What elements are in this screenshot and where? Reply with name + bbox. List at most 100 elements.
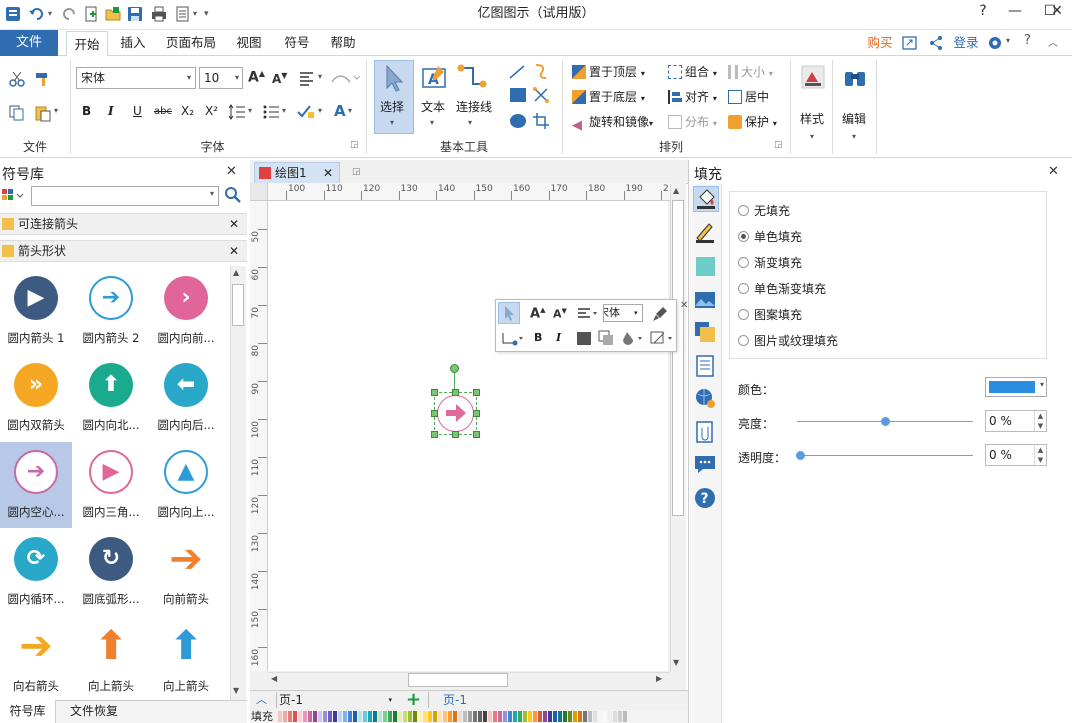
superscript-button[interactable]: X² [205, 104, 218, 118]
color-swatch-item[interactable] [318, 711, 322, 722]
fill-panel-close-button[interactable]: ✕ [1048, 164, 1059, 179]
shape-item[interactable]: ▲ 圆内向上... [150, 442, 222, 528]
drawing-page[interactable] [268, 201, 668, 671]
tab-file[interactable]: 文件 [0, 30, 58, 56]
help-circle-icon[interactable]: ? [1024, 33, 1031, 48]
color-swatch-item[interactable] [353, 711, 357, 722]
share-icon[interactable] [928, 35, 944, 51]
shape-item[interactable]: ➔ 圆内箭头 2 [75, 268, 147, 354]
help-icon[interactable]: ? [693, 486, 719, 512]
paste-dropdown-icon[interactable]: ▾ [54, 106, 58, 115]
new-file-icon[interactable] [82, 5, 100, 23]
font-name-select[interactable]: 宋体 ▾ [76, 67, 196, 89]
protect-button[interactable]: 保护 ▾ [728, 113, 777, 133]
color-swatch-item[interactable] [508, 711, 512, 722]
tab-help[interactable]: 帮助 [322, 30, 364, 56]
color-swatch-item[interactable] [383, 711, 387, 722]
color-swatch-item[interactable] [493, 711, 497, 722]
color-swatch-item[interactable] [613, 711, 617, 722]
library-scroll-thumb[interactable] [232, 284, 244, 326]
color-swatch-item[interactable] [333, 711, 337, 722]
color-swatch-item[interactable] [358, 711, 362, 722]
font-color-icon[interactable]: A [334, 102, 346, 120]
settings-dropdown-icon[interactable]: ▾ [1006, 36, 1010, 45]
shadow-panel-icon[interactable] [693, 254, 719, 280]
copy-icon[interactable] [8, 104, 26, 122]
mini-connector-icon[interactable] [500, 330, 526, 348]
page-tab[interactable]: 页-1 [428, 692, 488, 708]
save-icon[interactable] [126, 5, 144, 23]
shape-item[interactable]: ⬆ 圆内向北... [75, 355, 147, 441]
color-swatch-item[interactable] [438, 711, 442, 722]
customize-toolbar-icon[interactable]: ▾ [204, 5, 222, 23]
color-swatch-item[interactable] [328, 711, 332, 722]
color-swatch-item[interactable] [443, 711, 447, 722]
color-swatch-item[interactable] [413, 711, 417, 722]
font-size-select[interactable]: 10 ▾ [199, 67, 243, 89]
fill-option-radio[interactable] [738, 309, 749, 320]
resize-handle[interactable] [473, 389, 480, 396]
library-search-input[interactable]: ▾ [31, 186, 219, 206]
mini-format-painter-icon[interactable] [651, 305, 669, 323]
page-properties-icon[interactable] [693, 354, 719, 380]
image-panel-icon[interactable] [693, 288, 719, 314]
color-swatch-item[interactable] [313, 711, 317, 722]
color-swatch-item[interactable] [293, 711, 297, 722]
tab-home[interactable]: 开始 [66, 31, 108, 57]
ellipse-tool-icon[interactable] [510, 114, 526, 128]
color-swatch-item[interactable] [618, 711, 622, 722]
bring-to-front-button[interactable]: 置于顶层 ▾ [572, 63, 645, 83]
mini-grow-font-icon[interactable]: A▲ [530, 306, 545, 321]
resize-handle[interactable] [452, 431, 459, 438]
color-swatch-item[interactable] [533, 711, 537, 722]
arrange-dialog-launcher-icon[interactable]: ◲ [774, 140, 783, 150]
rotate-mirror-button[interactable]: ◀ 旋转和镜像▾ [572, 113, 653, 133]
color-swatch-item[interactable] [588, 711, 592, 722]
align-button[interactable]: 对齐 ▾ [668, 88, 717, 108]
color-swatch-item[interactable] [298, 711, 302, 722]
mini-shadow-icon[interactable] [598, 330, 614, 346]
shrink-font-icon[interactable]: A▼ [272, 71, 287, 86]
bullet-list-dropdown-icon[interactable]: ▾ [282, 106, 286, 115]
resize-handle[interactable] [431, 431, 438, 438]
color-swatch-item[interactable] [308, 711, 312, 722]
color-swatch-item[interactable] [398, 711, 402, 722]
color-swatch-item[interactable] [323, 711, 327, 722]
rectangle-tool-icon[interactable] [510, 88, 526, 102]
collapse-ribbon-icon[interactable]: ︿ [1048, 34, 1058, 49]
fill-option-radio[interactable] [738, 257, 749, 268]
color-swatch-item[interactable] [433, 711, 437, 722]
tab-insert[interactable]: 插入 [112, 30, 154, 56]
color-swatch-item[interactable] [448, 711, 452, 722]
fill-option-radio[interactable] [738, 231, 749, 242]
text-tool-icon[interactable]: A [420, 64, 448, 92]
shape-item[interactable]: ⟳ 圆内循环... [0, 529, 72, 615]
canvas-hscroll-thumb[interactable] [408, 673, 508, 687]
transparency-spin-arrows[interactable]: ▲ ▼ [1034, 445, 1046, 465]
connector-dropdown-icon[interactable]: ▾ [468, 118, 472, 127]
color-swatch-item[interactable] [513, 711, 517, 722]
scroll-down-icon[interactable]: ▼ [233, 686, 239, 695]
strikethrough-button[interactable]: abc [154, 106, 172, 117]
comment-icon[interactable] [693, 452, 719, 478]
line-spacing-icon[interactable] [228, 104, 246, 120]
edit-dropdown-icon[interactable]: ▾ [852, 132, 856, 141]
tab-file-recovery[interactable]: 文件恢复 [64, 700, 124, 723]
color-swatch-item[interactable] [283, 711, 287, 722]
fill-option[interactable]: 图案填充 [738, 307, 802, 323]
mini-italic-button[interactable]: I [556, 331, 561, 344]
resize-handle[interactable] [452, 389, 459, 396]
bullet-list-icon[interactable] [262, 104, 280, 120]
color-swatch-item[interactable] [548, 711, 552, 722]
color-swatch-item[interactable] [583, 711, 587, 722]
color-swatch-item[interactable] [598, 711, 602, 722]
mini-line-style-icon[interactable] [650, 330, 676, 346]
subscript-button[interactable]: X₂ [181, 104, 194, 118]
color-swatch-item[interactable] [518, 711, 522, 722]
shape-item[interactable]: ▶ 圆内箭头 1 [0, 268, 72, 354]
rotation-handle[interactable] [450, 364, 459, 373]
select-dropdown-icon[interactable]: ▾ [390, 118, 394, 127]
document-tab-launcher-icon[interactable]: ◲ [352, 167, 361, 177]
library-scrollbar[interactable] [230, 266, 246, 700]
arc-tool-icon[interactable] [532, 62, 550, 80]
